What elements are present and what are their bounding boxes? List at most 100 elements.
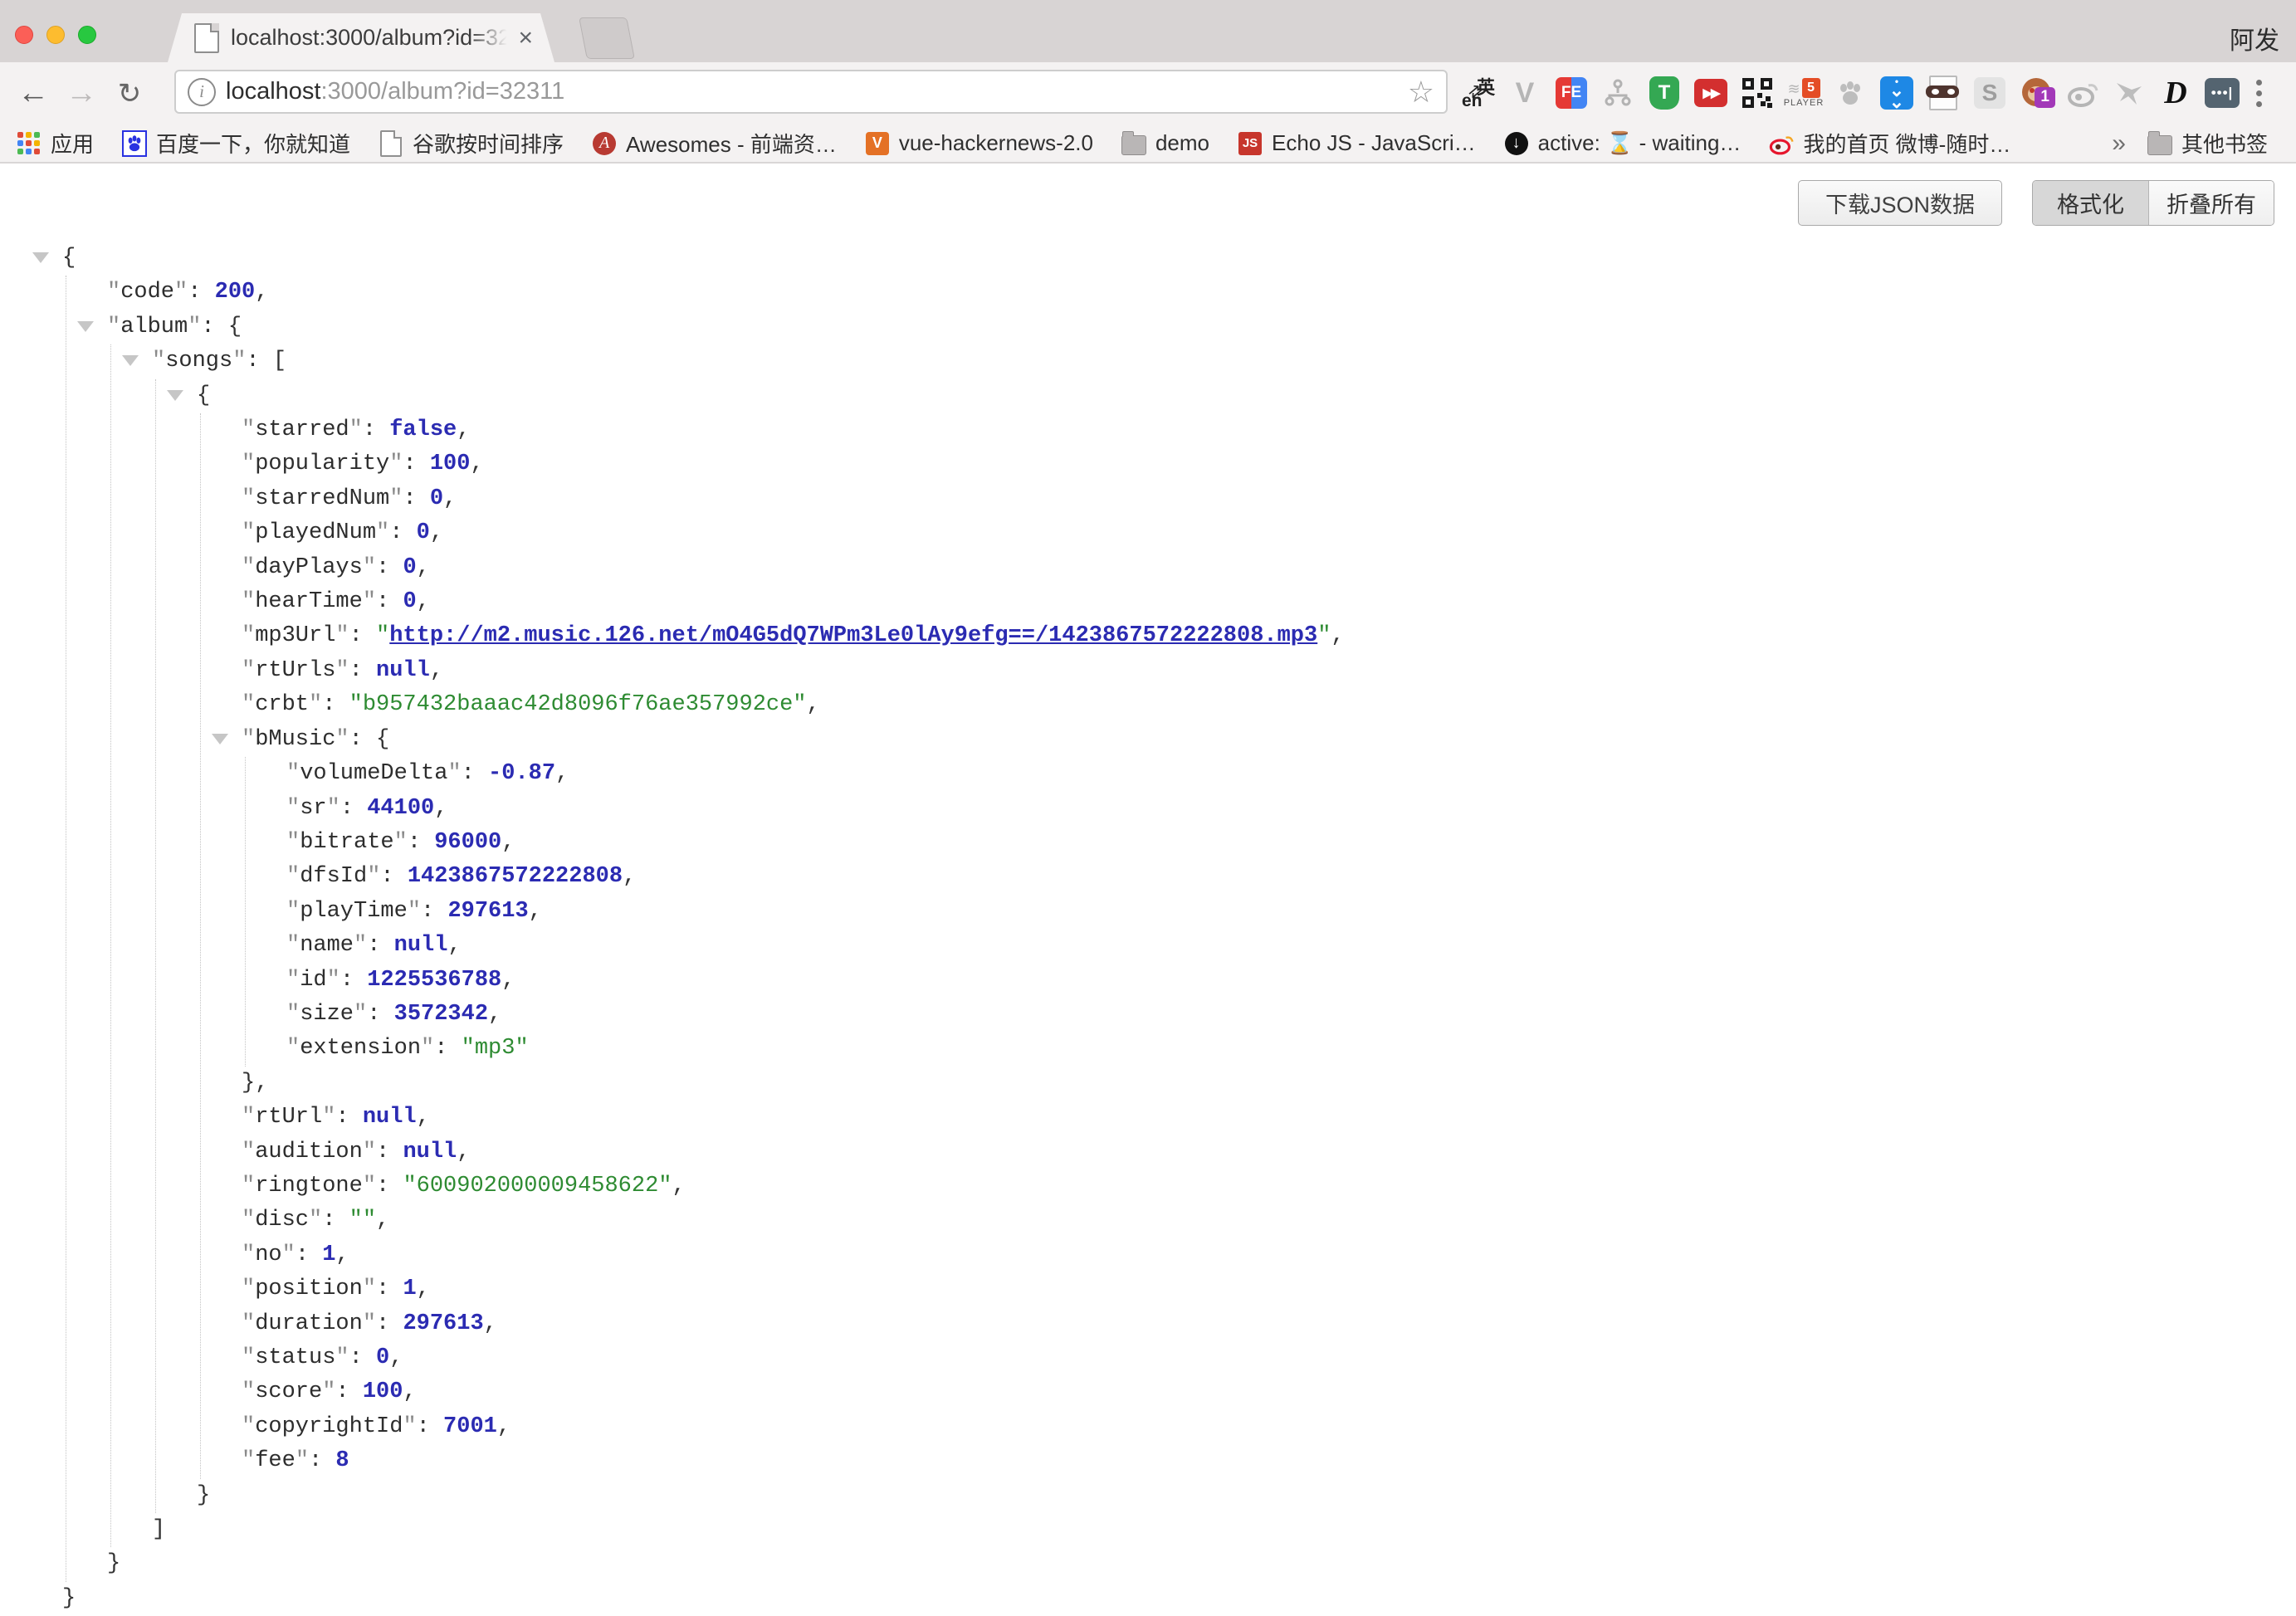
json-line: ] <box>152 1513 1345 1547</box>
html5-player-icon[interactable]: ≋ 5 PLAYER <box>1786 70 1821 116</box>
json-line: "bitrate": 96000, <box>286 826 1345 860</box>
bookmark-label: 百度一下，你就知道 <box>156 128 350 159</box>
json-node: "mp3Url": "http://m2.music.126.net/mO4G5… <box>242 619 1345 653</box>
json-line: "dfsId": 1423867572222808, <box>286 860 1345 894</box>
json-line: "album": { <box>107 310 1345 344</box>
json-url-link[interactable]: http://m2.music.126.net/mO4G5dQ7WPm3Le0l… <box>389 623 1317 648</box>
weibo-gray-icon[interactable] <box>2065 70 2100 116</box>
bookmark-item[interactable]: 百度一下，你就知道 <box>122 128 350 159</box>
tab-favicon-page-icon <box>194 23 219 53</box>
other-bookmarks-folder[interactable]: 其他书签 <box>2147 128 2268 159</box>
bookmark-item[interactable]: 谷歌按时间排序 <box>379 128 564 159</box>
bookmark-item[interactable]: AAwesomes - 前端资… <box>592 128 837 159</box>
hummingbird-icon[interactable] <box>2112 70 2147 116</box>
sitemap-icon[interactable] <box>1600 70 1635 116</box>
forward-button[interactable]: → <box>60 62 103 124</box>
password-dots-icon[interactable]: •••| <box>2205 70 2240 116</box>
json-line: "songs": [ <box>152 344 1345 378</box>
json-line: "duration": 297613, <box>242 1307 1345 1341</box>
collapse-toggle-icon[interactable] <box>77 321 94 332</box>
collapse-toggle-icon[interactable] <box>122 355 139 366</box>
json-node: "volumeDelta": -0.87, <box>286 757 1345 791</box>
json-line: { <box>62 242 1345 276</box>
json-node: "copyrightId": 7001, <box>242 1410 1345 1444</box>
json-line: "crbt": "b957432baaac42d8096f76ae357992c… <box>242 688 1345 722</box>
json-line: "extension": "mp3" <box>286 1032 1345 1066</box>
minimize-window-button[interactable] <box>46 26 65 44</box>
view-mode-segmented-control: 格式化 折叠所有 <box>2032 180 2274 226</box>
json-node: "id": 1225536788, <box>286 964 1345 998</box>
reload-button[interactable]: ↻ <box>108 62 151 124</box>
json-node: "ringtone": "600902000009458622", <box>242 1169 1345 1203</box>
bookmark-label: 应用 <box>51 128 94 159</box>
json-node: "starred": false, <box>242 413 1345 447</box>
collapse-toggle-icon[interactable] <box>32 252 49 263</box>
page-info-icon[interactable]: i <box>188 78 216 106</box>
format-button[interactable]: 格式化 <box>2033 181 2149 225</box>
translate-icon[interactable]: 英 en ⇄ <box>1461 70 1496 116</box>
bookmark-item[interactable]: demo <box>1121 130 1209 156</box>
json-node: "crbt": "b957432baaac42d8096f76ae357992c… <box>242 688 1345 722</box>
bookmark-label: demo <box>1155 130 1209 156</box>
close-window-button[interactable] <box>15 26 33 44</box>
json-tree: {"code": 200,"album": {"songs": [{"starr… <box>0 242 1345 1616</box>
d-letter-icon[interactable]: D <box>2158 70 2193 116</box>
browser-tab[interactable]: localhost:3000/album?id=323 × <box>168 13 554 62</box>
json-line: "starredNum": 0, <box>242 482 1345 516</box>
address-bar[interactable]: i localhost:3000/album?id=32311 ☆ <box>174 70 1448 114</box>
json-line: "starred": false, <box>242 413 1345 447</box>
qrcode-icon[interactable] <box>1740 70 1775 116</box>
paw-icon[interactable] <box>1833 70 1868 116</box>
json-line: "disc": "", <box>242 1203 1345 1238</box>
bookmark-item[interactable]: JSEcho JS - JavaScri… <box>1238 130 1476 156</box>
json-line: "position": 1, <box>242 1272 1345 1306</box>
zoom-window-button[interactable] <box>78 26 96 44</box>
echojs-icon: JS <box>1238 131 1263 156</box>
bookmark-item[interactable]: 我的首页 微博-随时… <box>1769 128 2010 159</box>
download-arrow-icon: ↓ <box>1504 131 1529 156</box>
collapse-toggle-icon[interactable] <box>212 734 228 745</box>
vue-devtools-icon[interactable]: V <box>1507 70 1542 116</box>
json-line: }, <box>242 1067 1345 1101</box>
back-button[interactable]: ← <box>12 62 55 124</box>
mask-document-icon[interactable] <box>1926 70 1961 116</box>
folder-icon <box>1121 131 1146 156</box>
json-node: "hearTime": 0, <box>242 585 1345 619</box>
bookmark-item[interactable]: Vvue-hackernews-2.0 <box>865 130 1093 156</box>
tab-close-icon[interactable]: × <box>518 26 533 51</box>
json-line: } <box>197 1479 1345 1513</box>
json-line: "sr": 44100, <box>286 792 1345 826</box>
json-node: "duration": 297613, <box>242 1307 1345 1341</box>
bookmark-item[interactable]: ↓active: ⌛ - waiting… <box>1504 130 1742 156</box>
collapse-all-button[interactable]: 折叠所有 <box>2149 181 2274 225</box>
json-node: "rtUrls": null, <box>242 654 1345 688</box>
json-node: "disc": "", <box>242 1203 1345 1238</box>
profile-name[interactable]: 阿发 <box>2230 20 2279 56</box>
json-node: "playedNum": 0, <box>242 516 1345 550</box>
monkey-icon[interactable]: 1 <box>2019 70 2054 116</box>
json-line: "hearTime": 0, <box>242 585 1345 619</box>
bookmark-star-icon[interactable]: ☆ <box>1408 75 1434 110</box>
json-line: "playedNum": 0, <box>242 516 1345 550</box>
fehelper-icon[interactable]: FE <box>1554 70 1589 116</box>
json-node: "dayPlays": 0, <box>242 551 1345 585</box>
shield-t-icon[interactable]: T <box>1647 70 1682 116</box>
onetab-icon[interactable]: •⌄⌄ <box>1879 70 1914 116</box>
download-json-button[interactable]: 下载JSON数据 <box>1798 180 2002 226</box>
json-line: "popularity": 100, <box>242 447 1345 481</box>
json-line: "ringtone": "600902000009458622", <box>242 1169 1345 1203</box>
bookmark-item[interactable]: 应用 <box>17 128 94 159</box>
browser-menu-icon[interactable] <box>2256 80 2262 107</box>
json-line: "status": 0, <box>242 1341 1345 1375</box>
collapse-toggle-icon[interactable] <box>167 390 183 401</box>
other-bookmarks-label: 其他书签 <box>2181 128 2268 159</box>
extension-badge: 1 <box>2035 87 2055 108</box>
json-node: "sr": 44100, <box>286 792 1345 826</box>
s-letter-icon[interactable]: S <box>1972 70 2007 116</box>
json-node: "score": 100, <box>242 1375 1345 1409</box>
new-tab-button[interactable] <box>579 17 635 59</box>
bookmarks-overflow-chevron[interactable]: » <box>2112 129 2126 158</box>
json-line: "volumeDelta": -0.87, <box>286 757 1345 791</box>
weibo-red-icon <box>1769 131 1794 156</box>
video-download-icon[interactable]: ▶▶ <box>1693 70 1728 116</box>
